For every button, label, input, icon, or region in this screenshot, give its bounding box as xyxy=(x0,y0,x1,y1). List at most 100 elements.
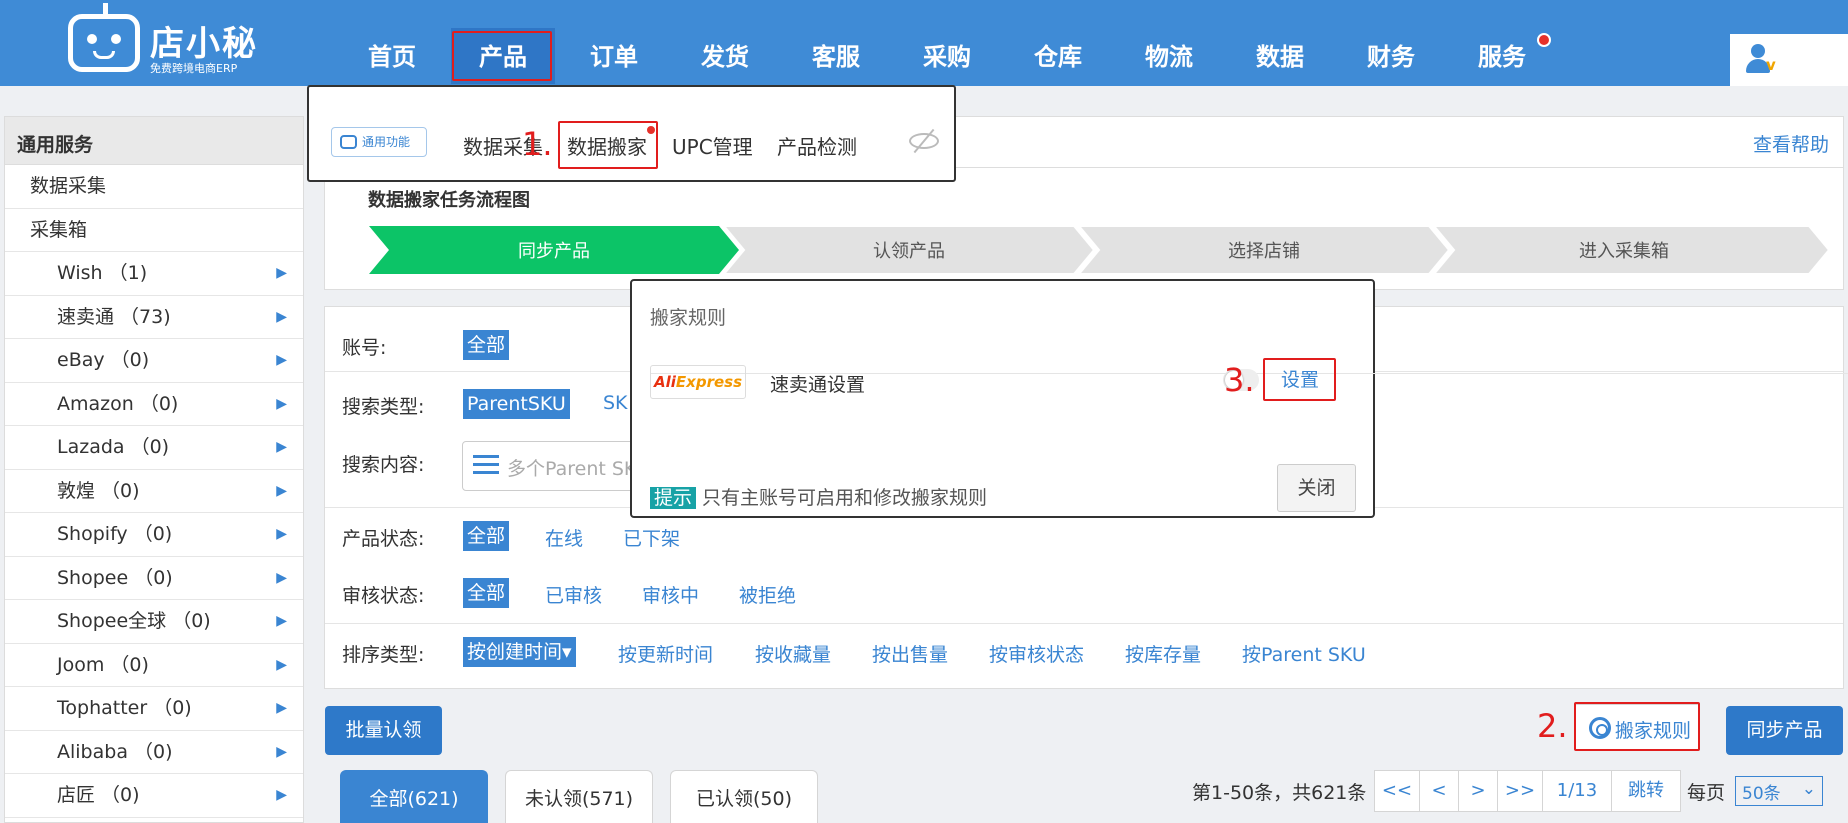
review-all-filter[interactable]: 全部 xyxy=(463,578,510,608)
per-page-select[interactable]: 50条 ⌄ xyxy=(1735,776,1823,806)
triangle-right-icon: ▶ xyxy=(276,743,287,760)
triangle-right-icon: ▶ xyxy=(276,308,287,325)
product-status-label: 产品状态: xyxy=(342,528,425,550)
per-page-label: 每页 xyxy=(1687,782,1726,804)
nav-service[interactable]: 客服 xyxy=(784,28,888,84)
sidebar-item-collect-box[interactable]: 采集箱 xyxy=(5,209,303,252)
sidebar-item-data-collect[interactable]: 数据采集 xyxy=(5,165,303,209)
sidebar-item-alibaba[interactable]: Alibaba （0) ▶ xyxy=(5,731,303,774)
nav-shipping[interactable]: 发货 xyxy=(673,28,777,84)
nav-home[interactable]: 首页 xyxy=(340,28,444,84)
nav-logistics[interactable]: 物流 xyxy=(1117,28,1221,84)
tab-all[interactable]: 全部(621) xyxy=(340,770,488,823)
sidebar-item-label: Tophatter （0) xyxy=(57,697,192,719)
flow-step-4: 进入采集箱 xyxy=(1579,241,1669,262)
sidebar-item-label: Alibaba （0) xyxy=(57,740,173,763)
sidebar-item-shopee[interactable]: Shopee （0) ▶ xyxy=(5,557,303,600)
sidebar-item-ebay[interactable]: eBay （0) ▶ xyxy=(5,339,303,383)
triangle-right-icon: ▶ xyxy=(276,787,287,803)
pager-prev-button[interactable]: < xyxy=(1419,770,1459,812)
sidebar-item-tophatter[interactable]: Tophatter （0) ▶ xyxy=(5,687,303,731)
sort-favorites[interactable]: 按收藏量 xyxy=(755,640,831,667)
per-page-value: 50条 xyxy=(1742,784,1781,804)
sidebar-item-label: 敦煌 （0) xyxy=(57,479,140,502)
triangle-right-icon: ▶ xyxy=(276,656,287,673)
sidebar-item-joom[interactable]: Joom （0) ▶ xyxy=(5,644,303,687)
sidebar-item-wish[interactable]: Wish （1) ▶ xyxy=(5,252,303,296)
review-status-label: 审核状态: xyxy=(342,585,425,607)
pager-last-button[interactable]: >> xyxy=(1497,770,1543,812)
nav-orders[interactable]: 订单 xyxy=(562,28,666,84)
status-offline-filter[interactable]: 已下架 xyxy=(623,524,680,551)
sidebar-item-shopee-global[interactable]: Shopee全球 （0) ▶ xyxy=(5,600,303,644)
sort-sales[interactable]: 按出售量 xyxy=(872,640,948,667)
sidebar-item-label: Joom （0) xyxy=(57,653,149,676)
sort-updated[interactable]: 按更新时间 xyxy=(618,640,713,667)
sort-review-status[interactable]: 按审核状态 xyxy=(989,640,1084,667)
chevron-down-icon: ⌄ xyxy=(1801,779,1816,799)
modal-title: 搬家规则 xyxy=(650,307,727,329)
pager-jump-button[interactable]: 跳转 xyxy=(1611,770,1681,812)
flow-step-2: 认领产品 xyxy=(873,241,945,262)
pager-next-button[interactable]: > xyxy=(1458,770,1498,812)
flow-chart-panel: 数据搬家任务流程图 同步产品 认领产品 选择店铺 进入采集箱 xyxy=(324,168,1844,290)
sidebar-item-label: 店匠 （0) xyxy=(57,784,140,806)
triangle-right-icon: ▶ xyxy=(276,352,287,368)
sidebar-item-label: Wish （1) xyxy=(57,262,148,284)
menu-upc-manage[interactable]: UPC管理 xyxy=(672,131,753,160)
brand-name: 店小秘 xyxy=(150,24,258,64)
help-link[interactable]: 查看帮助 xyxy=(1753,130,1829,157)
sidebar-item-shopify[interactable]: Shopify （0) ▶ xyxy=(5,513,303,557)
triangle-right-icon: ▶ xyxy=(276,613,287,629)
aliexpress-setting-label: 速卖通设置 xyxy=(770,374,866,396)
triangle-right-icon: ▶ xyxy=(276,482,287,499)
sidebar-item-label: eBay （0) xyxy=(57,349,150,371)
robot-logo-icon xyxy=(68,3,140,72)
review-done-filter[interactable]: 已审核 xyxy=(545,581,602,608)
flow-step-3: 选择店铺 xyxy=(1228,241,1300,262)
status-all-filter[interactable]: 全部 xyxy=(463,521,510,551)
sidebar-item-amazon[interactable]: Amazon （0) ▶ xyxy=(5,383,303,426)
top-navbar: 店小秘 免费跨境电商ERP 首页 产品 订单 发货 客服 采购 仓库 物流 数据… xyxy=(0,0,1848,86)
nav-warehouse[interactable]: 仓库 xyxy=(1006,28,1110,84)
sidebar-section-title: 通用服务 xyxy=(5,117,303,165)
general-functions-badge: 通用功能 xyxy=(331,127,427,157)
triangle-right-icon: ▶ xyxy=(276,700,287,716)
pager-page-indicator: 1/13 xyxy=(1542,770,1612,812)
triangle-right-icon: ▶ xyxy=(276,569,287,586)
search-type-parentsku[interactable]: ParentSKU xyxy=(463,389,570,419)
sync-product-button[interactable]: 同步产品 xyxy=(1726,706,1843,755)
account-all-filter[interactable]: 全部 xyxy=(463,330,510,360)
tab-claimed[interactable]: 已认领(50) xyxy=(670,770,818,823)
sidebar-item-lazada[interactable]: Lazada （0) ▶ xyxy=(5,426,303,470)
search-type-sku[interactable]: SK xyxy=(603,392,628,414)
close-button[interactable]: 关闭 xyxy=(1277,464,1356,512)
triangle-right-icon: ▶ xyxy=(276,439,287,455)
pager-first-button[interactable]: << xyxy=(1374,770,1420,812)
nav-purchase[interactable]: 采购 xyxy=(895,28,999,84)
sidebar-item-label: 数据采集 xyxy=(30,175,107,197)
sort-created-dropdown[interactable]: 按创建时间▾ xyxy=(463,637,576,667)
highlight-settings xyxy=(1263,358,1336,401)
batch-claim-button[interactable]: 批量认领 xyxy=(325,706,442,755)
sidebar-item-shoplazza[interactable]: 店匠 （0) ▶ xyxy=(5,774,303,818)
eye-off-icon[interactable] xyxy=(909,128,939,154)
sidebar-item-dhgate[interactable]: 敦煌 （0) ▶ xyxy=(5,470,303,513)
nav-finance[interactable]: 财务 xyxy=(1339,28,1443,84)
sidebar-item-label: Shopee （0) xyxy=(57,566,173,589)
search-type-label: 搜索类型: xyxy=(342,396,425,418)
sort-parent-sku[interactable]: 按Parent SKU xyxy=(1242,640,1366,667)
user-menu[interactable]: v xyxy=(1730,34,1848,86)
nav-data[interactable]: 数据 xyxy=(1228,28,1332,84)
review-rejected-filter[interactable]: 被拒绝 xyxy=(739,581,796,608)
review-doing-filter[interactable]: 审核中 xyxy=(642,581,699,608)
status-online-filter[interactable]: 在线 xyxy=(545,524,583,551)
tip-text: 只有主账号可启用和修改搬家规则 xyxy=(702,487,988,509)
brand-logo[interactable]: 店小秘 免费跨境电商ERP xyxy=(68,3,273,76)
tab-unclaimed[interactable]: 未认领(571) xyxy=(505,770,653,823)
menu-product-check[interactable]: 产品检测 xyxy=(777,131,857,160)
sidebar-item-aliexpress[interactable]: 速卖通 （73) ▶ xyxy=(5,296,303,339)
sort-stock[interactable]: 按库存量 xyxy=(1125,640,1201,667)
flow-steps: 同步产品 认领产品 选择店铺 进入采集箱 xyxy=(369,226,1829,274)
flow-step-1: 同步产品 xyxy=(518,241,590,262)
